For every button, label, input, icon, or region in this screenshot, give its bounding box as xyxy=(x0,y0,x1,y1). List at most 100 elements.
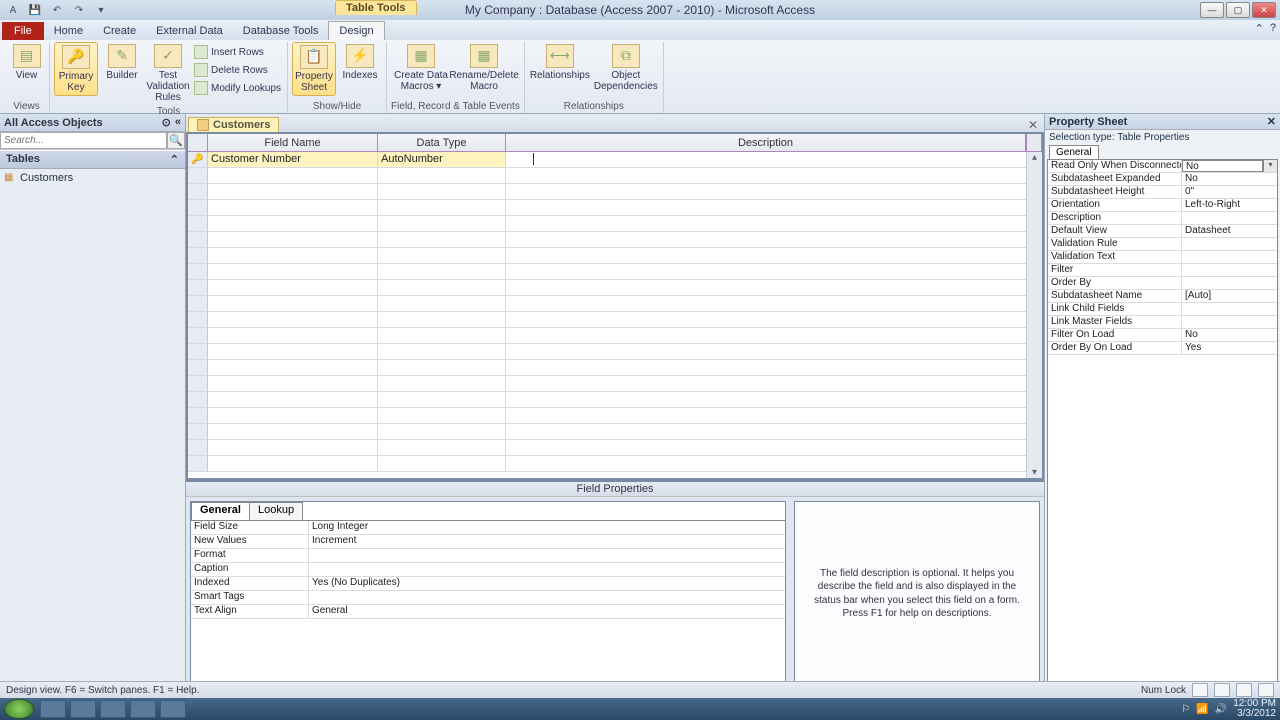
design-row[interactable] xyxy=(188,328,1042,344)
description-cell[interactable] xyxy=(506,280,1042,295)
ps-prop-value[interactable]: Left-to-Right xyxy=(1182,199,1277,211)
prop-value[interactable] xyxy=(309,549,785,562)
data-type-cell[interactable] xyxy=(378,328,506,343)
data-type-cell[interactable] xyxy=(378,424,506,439)
insert-rows-button[interactable]: Insert Rows xyxy=(192,44,283,60)
description-cell[interactable] xyxy=(506,184,1042,199)
tab-general[interactable]: General xyxy=(191,502,250,520)
row-selector[interactable] xyxy=(188,312,208,327)
ps-prop-value[interactable] xyxy=(1182,277,1277,289)
close-button[interactable]: ✕ xyxy=(1252,2,1276,18)
prop-value[interactable]: Yes (No Duplicates) xyxy=(309,577,785,590)
ps-row[interactable]: OrientationLeft-to-Right xyxy=(1048,199,1277,212)
ps-prop-value[interactable] xyxy=(1182,316,1277,328)
ps-row[interactable]: Link Child Fields xyxy=(1048,303,1277,316)
help-icon[interactable]: ? xyxy=(1270,22,1276,35)
description-cell[interactable] xyxy=(506,312,1042,327)
ps-row[interactable]: Order By xyxy=(1048,277,1277,290)
data-type-cell[interactable] xyxy=(378,360,506,375)
col-header-type[interactable]: Data Type xyxy=(378,134,506,151)
ps-prop-value[interactable]: 0" xyxy=(1182,186,1277,198)
col-header-field[interactable]: Field Name xyxy=(208,134,378,151)
description-cell[interactable] xyxy=(506,248,1042,263)
undo-icon[interactable]: ↶ xyxy=(48,2,66,18)
row-selector[interactable] xyxy=(188,232,208,247)
relationships-button[interactable]: ⟷Relationships xyxy=(529,42,591,83)
design-row[interactable] xyxy=(188,184,1042,200)
tray-volume-icon[interactable]: 🔊 xyxy=(1215,704,1227,715)
field-prop-row[interactable]: Caption xyxy=(191,563,785,577)
ps-row[interactable]: Filter On LoadNo xyxy=(1048,329,1277,342)
field-name-cell[interactable] xyxy=(208,168,378,183)
tab-customers[interactable]: Customers xyxy=(188,117,279,132)
description-cell[interactable] xyxy=(506,296,1042,311)
view-button[interactable]: ▤View xyxy=(8,42,45,83)
modify-lookups-button[interactable]: Modify Lookups xyxy=(192,80,283,96)
field-name-cell[interactable] xyxy=(208,408,378,423)
ps-row[interactable]: Subdatasheet ExpandedNo xyxy=(1048,173,1277,186)
taskbar-folder-icon[interactable] xyxy=(100,700,126,718)
description-cell[interactable] xyxy=(506,392,1042,407)
row-selector[interactable] xyxy=(188,184,208,199)
design-row[interactable] xyxy=(188,424,1042,440)
field-name-cell[interactable] xyxy=(208,296,378,311)
ps-prop-value[interactable]: Yes xyxy=(1182,342,1277,354)
field-name-cell[interactable] xyxy=(208,248,378,263)
prop-value[interactable]: Increment xyxy=(309,535,785,548)
external-data-tab[interactable]: External Data xyxy=(146,22,233,40)
data-type-cell[interactable] xyxy=(378,232,506,247)
database-tools-tab[interactable]: Database Tools xyxy=(233,22,329,40)
row-selector[interactable]: 🔑 xyxy=(188,152,208,167)
search-go-icon[interactable]: 🔍 xyxy=(167,132,185,149)
prop-value[interactable] xyxy=(309,563,785,576)
design-row[interactable] xyxy=(188,248,1042,264)
row-selector[interactable] xyxy=(188,424,208,439)
tab-lookup[interactable]: Lookup xyxy=(249,502,303,520)
primary-key-button[interactable]: 🔑Primary Key xyxy=(54,42,98,96)
nav-header[interactable]: All Access Objects ⊙ « xyxy=(0,114,185,132)
field-prop-row[interactable]: Field SizeLong Integer xyxy=(191,521,785,535)
description-cell[interactable] xyxy=(506,360,1042,375)
design-row[interactable]: 🔑Customer NumberAutoNumber xyxy=(188,152,1042,168)
minimize-button[interactable]: — xyxy=(1200,2,1224,18)
prop-value[interactable]: General xyxy=(309,605,785,618)
row-selector[interactable] xyxy=(188,392,208,407)
ps-prop-value[interactable]: No xyxy=(1182,329,1277,341)
ps-row[interactable]: Link Master Fields xyxy=(1048,316,1277,329)
design-row[interactable] xyxy=(188,280,1042,296)
design-row[interactable] xyxy=(188,376,1042,392)
ps-row[interactable]: Default ViewDatasheet xyxy=(1048,225,1277,238)
description-cell[interactable] xyxy=(506,328,1042,343)
field-name-cell[interactable] xyxy=(208,328,378,343)
col-header-desc[interactable]: Description xyxy=(506,134,1026,151)
taskbar-explorer-icon[interactable] xyxy=(40,700,66,718)
design-grid-body[interactable]: 🔑Customer NumberAutoNumber ▴▾ xyxy=(188,152,1042,478)
field-prop-row[interactable]: IndexedYes (No Duplicates) xyxy=(191,577,785,591)
design-row[interactable] xyxy=(188,408,1042,424)
description-cell[interactable] xyxy=(506,216,1042,231)
ps-row[interactable]: Validation Rule xyxy=(1048,238,1277,251)
data-type-cell[interactable] xyxy=(378,344,506,359)
property-sheet-button[interactable]: 📋Property Sheet xyxy=(292,42,336,96)
field-properties-grid[interactable]: Field SizeLong IntegerNew ValuesIncremen… xyxy=(191,520,785,685)
access-app-icon[interactable]: A xyxy=(4,2,22,18)
data-type-cell[interactable]: AutoNumber xyxy=(378,152,506,167)
pivotchart-view-button[interactable] xyxy=(1258,683,1274,697)
field-name-cell[interactable] xyxy=(208,232,378,247)
description-cell[interactable] xyxy=(506,152,1042,167)
field-name-cell[interactable] xyxy=(208,344,378,359)
row-selector[interactable] xyxy=(188,296,208,311)
ps-row[interactable]: Subdatasheet Name[Auto] xyxy=(1048,290,1277,303)
row-selector[interactable] xyxy=(188,248,208,263)
ps-prop-value[interactable]: [Auto] xyxy=(1182,290,1277,302)
field-name-cell[interactable] xyxy=(208,456,378,471)
qat-customize-icon[interactable]: ▾ xyxy=(92,2,110,18)
field-prop-row[interactable]: Text AlignGeneral xyxy=(191,605,785,619)
field-name-cell[interactable] xyxy=(208,376,378,391)
design-row[interactable] xyxy=(188,216,1042,232)
data-type-cell[interactable] xyxy=(378,168,506,183)
taskbar-firefox-icon[interactable] xyxy=(70,700,96,718)
indexes-button[interactable]: ⚡Indexes xyxy=(338,42,382,83)
nav-dropdown-icon[interactable]: ⊙ xyxy=(162,116,171,129)
row-selector[interactable] xyxy=(188,344,208,359)
